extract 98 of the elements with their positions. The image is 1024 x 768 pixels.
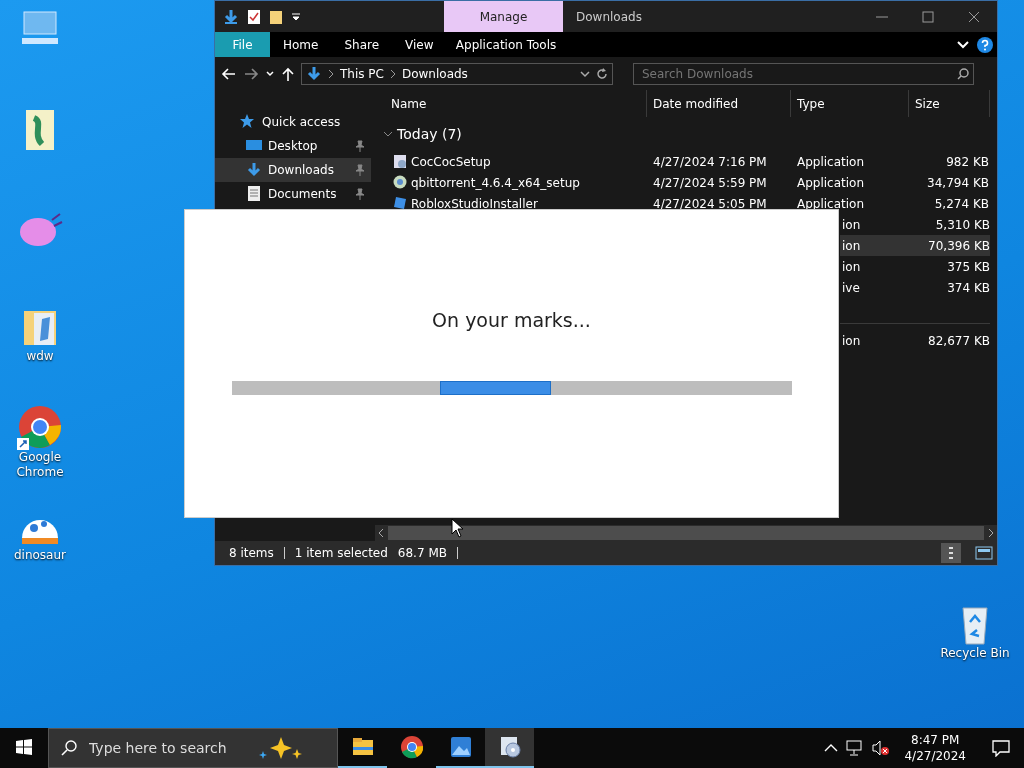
table-cell-text: Application: [796, 195, 866, 213]
volume-muted-icon[interactable]: [872, 740, 891, 756]
context-tab[interactable]: Manage: [444, 1, 563, 32]
dialog-message: On your marks...: [432, 308, 591, 333]
icon-label[interactable]: Recycle Bin: [940, 646, 1010, 661]
ribbon-tab[interactable]: View: [392, 32, 447, 57]
search-field[interactable]: Type here to search: [87, 736, 247, 760]
window-title: Downloads: [576, 8, 643, 26]
nav-item[interactable]: Documents: [215, 182, 371, 206]
table-cell-text: Application: [796, 174, 866, 192]
table-cell-text: RobloxStudioInstaller: [411, 195, 538, 213]
table-cell-text: 4/27/2024 5:05 PM: [652, 195, 768, 213]
table-cell-text: qbittorrent_4.6.4_x64_setup: [411, 174, 580, 192]
forward-icon[interactable]: [243, 65, 259, 82]
maximize-icon[interactable]: [920, 8, 936, 25]
network-icon[interactable]: [846, 740, 865, 756]
icon-label[interactable]: Google Chrome: [10, 450, 70, 480]
search-box[interactable]: Search Downloads: [633, 62, 974, 85]
chevron-right-icon: [328, 68, 334, 79]
group-header[interactable]: Today (7): [397, 123, 462, 145]
table-cell-text: ive: [841, 279, 861, 297]
horizontal-scrollbar[interactable]: [375, 525, 997, 541]
table-cell-text: 34,794 KB: [926, 174, 989, 192]
chevron-right-icon: [389, 68, 396, 79]
folder-icon[interactable]: [269, 8, 283, 25]
table-cell-text: 82,677 KB: [927, 332, 990, 350]
ribbon-tab[interactable]: Home: [270, 32, 332, 57]
download-icon[interactable]: [223, 8, 239, 25]
breadcrumb-item[interactable]: Downloads: [401, 64, 468, 83]
search-icon: [61, 740, 77, 756]
column-header[interactable]: Type: [791, 90, 909, 117]
file-icon: [393, 154, 407, 169]
item-count: 8 items: [229, 545, 274, 562]
table-cell-text: 4/27/2024 7:16 PM: [652, 153, 768, 171]
download-icon: [306, 65, 322, 82]
table-cell-text: 5,274 KB: [933, 195, 989, 213]
file-icon: [393, 196, 407, 211]
file-row[interactable]: qbittorrent_4.6.4_x64_setup 4/27/2024 5:59 PM Application 34,794 KB: [375, 172, 997, 193]
up-icon[interactable]: [281, 65, 295, 82]
table-cell-text: 70,396 KB: [927, 237, 990, 255]
file-icon: [393, 175, 407, 190]
file-row[interactable]: ion 70,396 KB: [840, 235, 990, 256]
file-row[interactable]: ion 5,310 KB: [840, 214, 990, 235]
table-cell-text: 374 KB: [946, 279, 990, 297]
pin-icon: [355, 188, 365, 200]
table-cell-text: 982 KB: [945, 153, 989, 171]
nav-item[interactable]: Desktop: [215, 134, 371, 158]
search-field[interactable]: Search Downloads: [638, 63, 951, 84]
chevron-down-icon[interactable]: [580, 68, 590, 79]
taskbar-app[interactable]: [485, 728, 534, 768]
photos-icon: [448, 735, 473, 759]
column-header[interactable]: Name: [375, 90, 647, 117]
scroll-right-icon[interactable]: [988, 529, 994, 537]
clock[interactable]: 8:47 PM 4/27/2024: [898, 732, 972, 764]
checklist-icon[interactable]: [247, 8, 261, 25]
column-header[interactable]: Size: [909, 90, 990, 117]
file-row[interactable]: ive 374 KB: [840, 277, 990, 298]
ribbon-tab[interactable]: Share: [331, 32, 393, 57]
notification-icon[interactable]: [992, 739, 1010, 757]
table-cell-text: ion: [841, 216, 862, 234]
chrome-icon: [17, 404, 63, 450]
address-bar[interactable]: This PC Downloads: [301, 62, 613, 85]
table-cell-text: 4/27/2024 5:59 PM: [652, 174, 768, 192]
column-header[interactable]: Date modified: [647, 90, 791, 117]
table-cell-text: ion: [841, 258, 862, 276]
file-row[interactable]: CocCocSetup 4/27/2024 7:16 PM Application 982 KB: [375, 151, 997, 172]
file-row[interactable]: RobloxStudioInstaller 4/27/2024 5:05 PM Application 5,274 KB: [375, 193, 997, 214]
file-row[interactable]: ion 375 KB: [840, 256, 990, 277]
search-icon[interactable]: [957, 67, 969, 80]
chrome-icon: [399, 735, 424, 759]
file-row[interactable]: ion 82,677 KB: [840, 330, 990, 351]
pin-icon: [355, 164, 365, 176]
selection-size: 68.7 MB: [397, 545, 447, 562]
ribbon-tab[interactable]: Application Tools: [446, 32, 566, 57]
refresh-icon[interactable]: [596, 67, 608, 80]
chevron-down-icon[interactable]: [957, 38, 969, 51]
document-icon: [246, 186, 262, 202]
details-view-icon[interactable]: [941, 543, 961, 563]
breadcrumb-item[interactable]: This PC: [340, 64, 384, 83]
table-cell-text: Application: [796, 153, 866, 171]
nav-item[interactable]: Downloads: [215, 158, 371, 182]
scroll-left-icon[interactable]: [378, 529, 384, 537]
table-cell-text: 375 KB: [946, 258, 990, 276]
taskbar-search[interactable]: Type here to search: [48, 728, 338, 768]
table-cell-text: ion: [841, 237, 862, 255]
tiles-view-icon[interactable]: [975, 546, 993, 560]
icon-label[interactable]: dinosaur: [13, 548, 66, 563]
star-icon: [240, 114, 256, 130]
back-icon[interactable]: [221, 65, 237, 82]
help-icon[interactable]: [977, 36, 993, 53]
pin-icon: [355, 140, 365, 152]
selection-status: 1 item selected: [294, 545, 388, 562]
download-icon: [246, 162, 262, 178]
table-cell-text: ion: [841, 332, 862, 350]
windows-icon: [16, 739, 32, 755]
table-cell-text: CocCocSetup: [411, 153, 491, 171]
table-cell-text: 5,310 KB: [934, 216, 990, 234]
nav-item[interactable]: Quick access: [215, 110, 371, 134]
